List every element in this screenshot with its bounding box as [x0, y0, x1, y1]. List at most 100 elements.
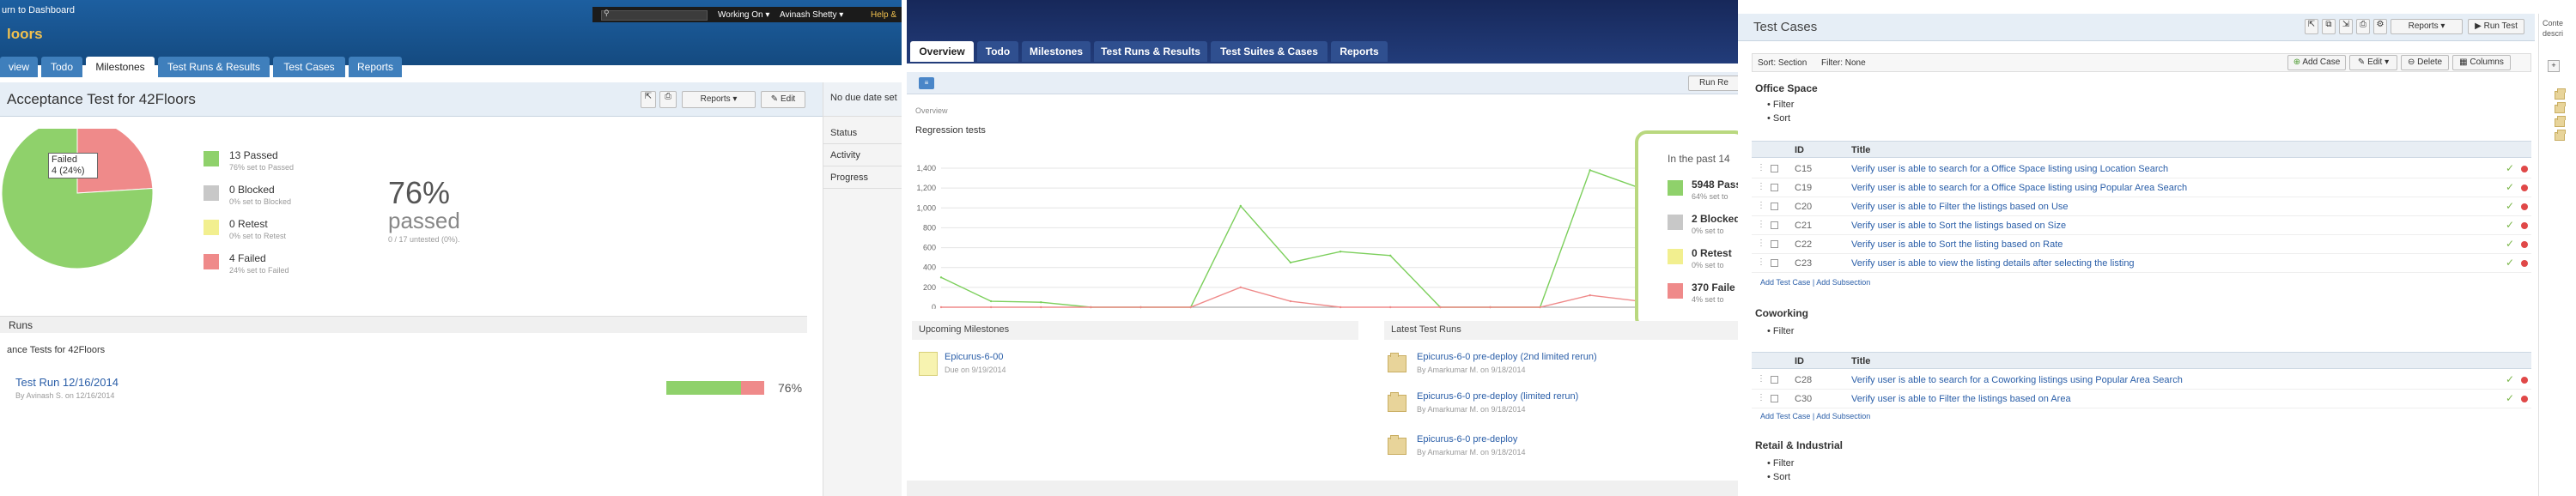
user-menu[interactable]: Avinash Shetty ▾	[780, 10, 843, 20]
delete-icon[interactable]	[2521, 396, 2528, 402]
help-menu[interactable]: Help &	[871, 10, 896, 20]
delete-button[interactable]: ⊖ Delete	[2401, 55, 2449, 70]
delete-icon[interactable]	[2521, 260, 2528, 267]
sidebar-item-status[interactable]: Status	[823, 122, 902, 144]
add-subsection-link[interactable]: Add Subsection	[1816, 412, 1870, 420]
case-title-link[interactable]: Verify user is able to Filter the listin…	[1851, 202, 2069, 212]
print-icon[interactable]: ⎙	[2356, 19, 2370, 34]
reports-button[interactable]: Reports ▾	[2391, 19, 2463, 34]
subsection-filter[interactable]: • Filter	[1767, 326, 1794, 336]
return-to-dashboard-link[interactable]: urn to Dashboard	[2, 5, 75, 15]
run-report-button[interactable]: Run Re	[1688, 76, 1738, 91]
table-row[interactable]: ⋮ C21 Verify user is able to Sort the list…	[1752, 216, 2531, 235]
subsection-sort[interactable]: • Sort	[1767, 472, 1790, 482]
edit-icon[interactable]: ✓	[2506, 181, 2514, 193]
add-section-icon[interactable]: +	[2548, 60, 2560, 72]
tab-milestones[interactable]: Milestones	[1022, 41, 1091, 62]
export-icon[interactable]: ⇱	[2305, 19, 2318, 34]
subsection-filter[interactable]: • Filter	[1767, 100, 1794, 110]
case-title-link[interactable]: Verify user is able to Sort the listings…	[1851, 221, 2066, 231]
drag-handle-icon[interactable]: ⋮	[1757, 374, 1765, 384]
delete-icon[interactable]	[2521, 166, 2528, 172]
case-title-link[interactable]: Verify user is able to search for a Offi…	[1851, 183, 2187, 193]
edit-button[interactable]: ✎ Edit ▾	[2349, 55, 2397, 70]
table-row[interactable]: ⋮ C22 Verify user is able to Sort the list…	[1752, 235, 2531, 254]
subsection-sort[interactable]: • Sort	[1767, 113, 1790, 124]
drag-handle-icon[interactable]: ⋮	[1757, 257, 1765, 267]
folder-icon[interactable]	[2555, 116, 2566, 127]
drag-handle-icon[interactable]: ⋮	[1757, 220, 1765, 229]
row-checkbox[interactable]	[1771, 240, 1778, 248]
filter-select[interactable]: Filter: None	[1821, 58, 1866, 68]
table-row[interactable]: ⋮ C19 Verify user is able to search for a …	[1752, 178, 2531, 197]
folder-icon[interactable]	[2555, 88, 2566, 100]
case-title-link[interactable]: Verify user is able to search for a Cowo…	[1851, 375, 2183, 385]
drag-handle-icon[interactable]: ⋮	[1757, 239, 1765, 248]
title-column-header[interactable]: Title	[1851, 356, 1870, 366]
latest-run-link[interactable]: Epicurus-6-0 pre-deploy (limited rerun)	[1417, 391, 1578, 402]
copy-icon[interactable]: ⧉	[2322, 19, 2336, 34]
edit-button[interactable]: ✎ Edit	[761, 91, 805, 108]
run-test-button[interactable]: ▶ Run Test	[2468, 19, 2524, 34]
tab-reports[interactable]: Reports	[1331, 41, 1388, 62]
settings-icon[interactable]: ⚙	[2373, 19, 2387, 34]
edit-icon[interactable]: ✓	[2506, 162, 2514, 174]
id-column-header[interactable]: ID	[1795, 356, 1804, 366]
drag-handle-icon[interactable]: ⋮	[1757, 201, 1765, 210]
print-icon[interactable]: ⎙	[659, 91, 677, 108]
edit-icon[interactable]: ✓	[2506, 257, 2514, 269]
folder-icon[interactable]	[2555, 102, 2566, 113]
tab-milestones[interactable]: Milestones	[86, 57, 155, 77]
delete-icon[interactable]	[2521, 377, 2528, 384]
add-test-case-link[interactable]: Add Test Case	[1760, 278, 1810, 287]
tab-overview[interactable]: view	[0, 57, 38, 77]
table-row[interactable]: ⋮ C15 Verify user is able to search for a …	[1752, 160, 2531, 178]
folder-icon[interactable]	[2555, 130, 2566, 141]
table-row[interactable]: ⋮ C20 Verify user is able to Filter the li…	[1752, 197, 2531, 216]
import-icon[interactable]: ⇲	[2339, 19, 2353, 34]
latest-run-link[interactable]: Epicurus-6-0 pre-deploy (2nd limited rer…	[1417, 352, 1597, 362]
tab-test-runs[interactable]: Test Runs & Results	[1094, 41, 1207, 62]
case-title-link[interactable]: Verify user is able to Sort the listing …	[1851, 239, 2063, 250]
tab-test-cases[interactable]: Test Cases	[273, 57, 345, 77]
row-checkbox[interactable]	[1771, 259, 1778, 267]
tab-test-suites[interactable]: Test Suites & Cases	[1211, 41, 1327, 62]
edit-icon[interactable]: ✓	[2506, 200, 2514, 212]
export-icon[interactable]: ⇱	[641, 91, 656, 108]
delete-icon[interactable]	[2521, 241, 2528, 248]
edit-icon[interactable]: ✓	[2506, 373, 2514, 385]
subsection-filter[interactable]: • Filter	[1767, 458, 1794, 469]
drag-handle-icon[interactable]: ⋮	[1757, 182, 1765, 191]
sort-select[interactable]: Sort: Section	[1758, 58, 1807, 68]
title-column-header[interactable]: Title	[1851, 145, 1870, 155]
row-checkbox[interactable]	[1771, 221, 1778, 229]
table-row[interactable]: ⋮ C28 Verify user is able to search for a …	[1752, 371, 2531, 390]
edit-icon[interactable]: ✓	[2506, 238, 2514, 250]
table-row[interactable]: ⋮ C30 Verify user is able to Filter the li…	[1752, 390, 2531, 408]
working-on-menu[interactable]: Working On ▾	[718, 10, 769, 20]
edit-icon[interactable]: ✓	[2506, 219, 2514, 231]
delete-icon[interactable]	[2521, 184, 2528, 191]
columns-button[interactable]: ▦ Columns	[2452, 55, 2511, 70]
drag-handle-icon[interactable]: ⋮	[1757, 393, 1765, 402]
tab-overview[interactable]: Overview	[910, 41, 974, 62]
case-title-link[interactable]: Verify user is able to search for a Offi…	[1851, 164, 2168, 174]
reports-button[interactable]: Reports ▾	[682, 91, 756, 108]
row-checkbox[interactable]	[1771, 184, 1778, 191]
sidebar-item-progress[interactable]: Progress	[823, 166, 902, 189]
add-case-button[interactable]: ⊕ Add Case	[2287, 55, 2346, 70]
edit-icon[interactable]: ✓	[2506, 392, 2514, 404]
table-row[interactable]: ⋮ C23 Verify user is able to view the list…	[1752, 254, 2531, 273]
delete-icon[interactable]	[2521, 203, 2528, 210]
tab-reports[interactable]: Reports	[349, 57, 402, 77]
drag-handle-icon[interactable]: ⋮	[1757, 163, 1765, 172]
row-checkbox[interactable]	[1771, 165, 1778, 172]
case-title-link[interactable]: Verify user is able to Filter the listin…	[1851, 394, 2071, 404]
search-input[interactable]: ⚲	[601, 9, 708, 21]
row-checkbox[interactable]	[1771, 203, 1778, 210]
upcoming-milestone-link[interactable]: Epicurus-6-00	[945, 352, 1003, 362]
row-checkbox[interactable]	[1771, 395, 1778, 402]
sidebar-item-activity[interactable]: Activity	[823, 144, 902, 166]
case-title-link[interactable]: Verify user is able to view the listing …	[1851, 258, 2135, 269]
tab-todo[interactable]: Todo	[977, 41, 1018, 62]
